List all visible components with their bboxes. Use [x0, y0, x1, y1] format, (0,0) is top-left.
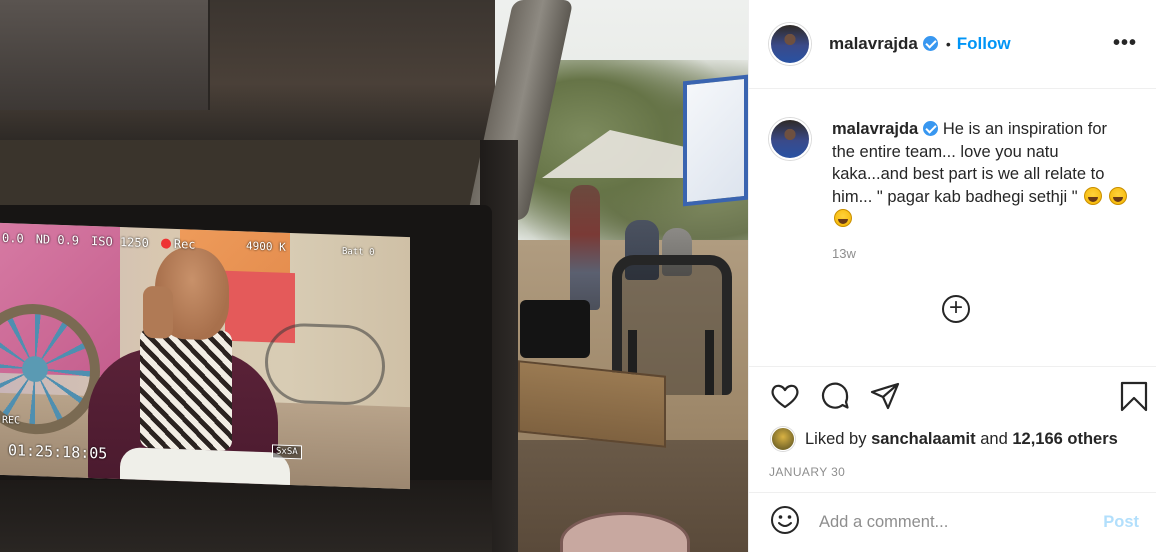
action-bar — [769, 380, 1148, 417]
photo-chair-leg — [705, 330, 714, 395]
likes-summary: Liked by sanchalaamit and 12,166 others — [771, 427, 1118, 451]
hud-nd: ND 0.9 — [35, 232, 80, 248]
rofl-emoji-icon — [834, 209, 852, 227]
verified-badge-icon — [923, 121, 939, 136]
post-date[interactable]: JANUARY 30 — [769, 465, 845, 479]
caption-text: malavrajda He is an inspiration for the … — [832, 118, 1132, 231]
hud-timecode: 01:25:18:05 — [8, 441, 108, 463]
hud-lens: SxSA — [272, 444, 302, 460]
likes-prefix: Liked by — [805, 429, 867, 448]
screen-actor-scarf — [140, 327, 232, 451]
divider — [749, 366, 1156, 367]
hud-rec-label: REC — [2, 414, 21, 427]
likes-connector: and — [980, 429, 1008, 448]
photo-monitor-screen: 0.0 ND 0.9 ISO 1250 Rec 4900 K Batt 0 RE… — [0, 222, 410, 490]
more-options-icon[interactable]: ••• — [1113, 32, 1137, 55]
post-photo[interactable]: 0.0 ND 0.9 ISO 1250 Rec 4900 K Batt 0 RE… — [0, 0, 748, 552]
hud-color-temp: 4900 K — [246, 239, 286, 254]
caption-avatar[interactable] — [769, 118, 811, 160]
rec-dot-icon — [160, 238, 171, 249]
hud-battery: Batt 0 — [342, 246, 375, 258]
liker-avatar[interactable] — [771, 427, 795, 451]
photo-crate — [518, 360, 666, 448]
photo-camera — [520, 300, 590, 358]
rofl-emoji-icon — [1108, 186, 1127, 205]
post-caption: malavrajda He is an inspiration for the … — [769, 118, 1139, 231]
hud-rec: Rec — [160, 236, 196, 252]
post-header: malavrajda • Follow ••• — [749, 0, 1156, 89]
hud-fstop: 0.0 — [2, 230, 24, 246]
hud-iso: ISO 1250 — [91, 234, 149, 251]
photo-crew-person — [570, 185, 600, 310]
like-icon[interactable] — [769, 380, 801, 417]
photo-equipment-box — [0, 0, 210, 110]
share-icon[interactable] — [869, 380, 901, 417]
comment-composer: Post — [749, 493, 1156, 552]
caption-time[interactable]: 13w — [832, 246, 856, 261]
rofl-emoji-icon — [1084, 186, 1103, 205]
author-username[interactable]: malavrajda — [829, 34, 938, 54]
verified-badge-icon — [922, 36, 938, 51]
save-icon[interactable] — [1119, 380, 1149, 417]
post-side-panel: malavrajda • Follow ••• malavrajda He is… — [748, 0, 1156, 552]
screen-actor-hand — [143, 285, 173, 339]
likes-others-link[interactable]: 12,166 others — [1012, 430, 1117, 449]
comment-input[interactable] — [819, 513, 1104, 532]
photo-monitor-bezel — [0, 480, 492, 552]
load-more-comments-icon[interactable]: + — [942, 295, 970, 323]
post-comment-button[interactable]: Post — [1103, 513, 1139, 532]
follow-button[interactable]: Follow — [957, 34, 1011, 54]
photo-light-reflector — [683, 74, 748, 207]
caption-username[interactable]: malavrajda — [832, 120, 939, 138]
screen-bicycle — [265, 322, 385, 407]
liker-username[interactable]: sanchalaamit — [871, 430, 976, 449]
comment-icon[interactable] — [819, 380, 851, 417]
author-avatar[interactable] — [769, 23, 811, 65]
header-separator: • — [945, 36, 951, 52]
emoji-picker-icon[interactable] — [769, 504, 801, 541]
